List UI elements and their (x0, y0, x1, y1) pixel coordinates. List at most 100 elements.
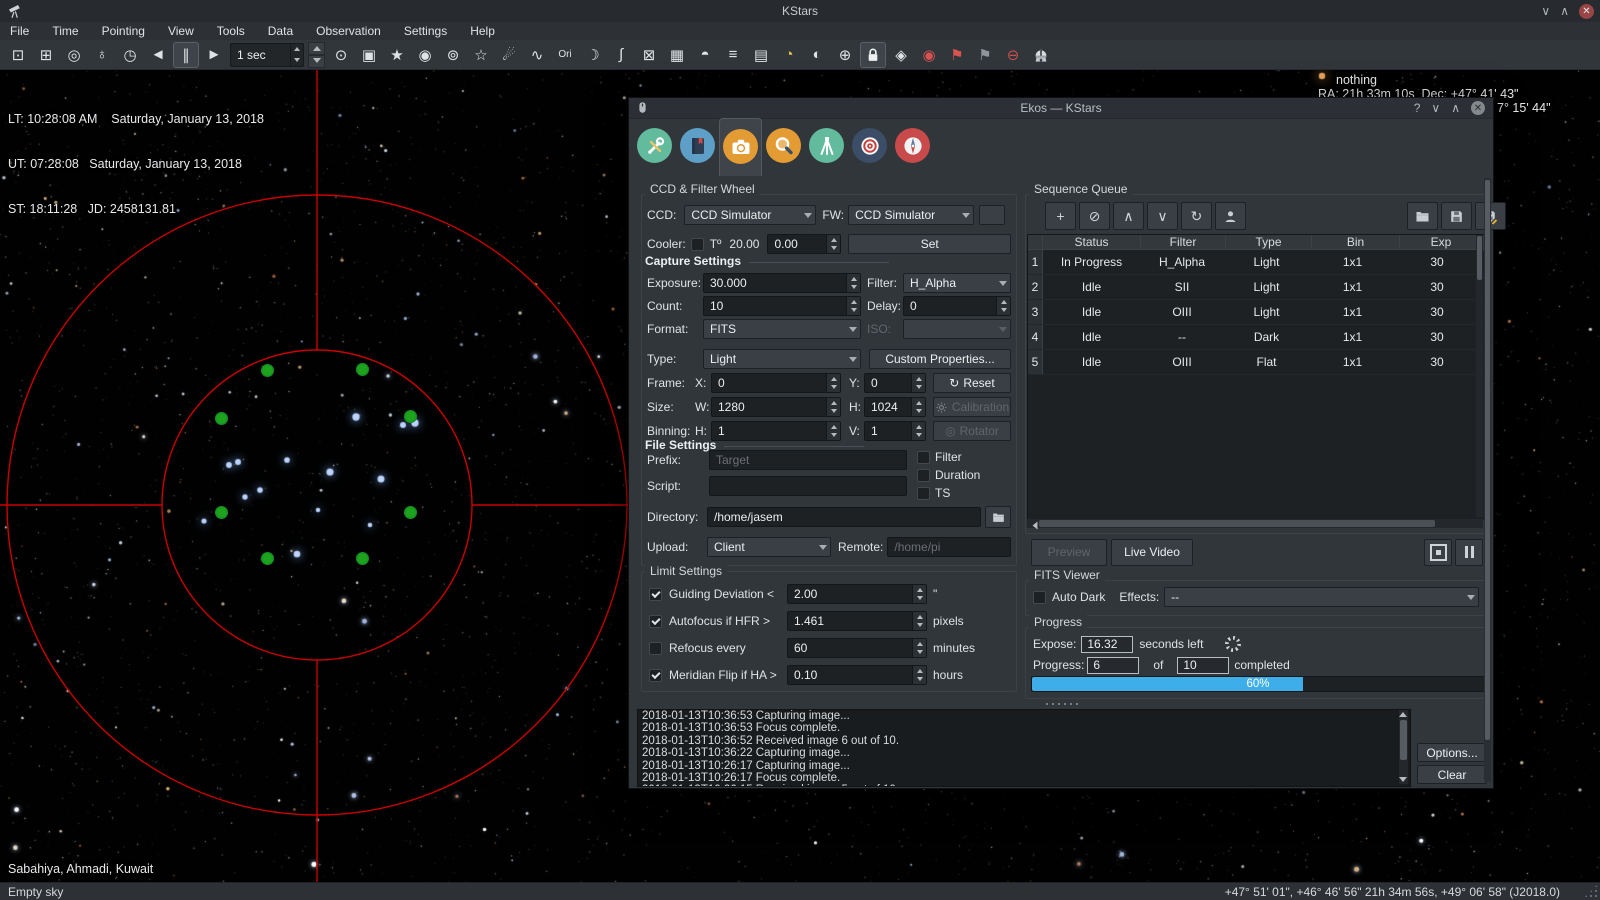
menu-data[interactable]: Data (268, 24, 293, 38)
zoom-in-region-icon[interactable]: ⊡ (5, 42, 31, 68)
sequence-table-scrollbar[interactable] (1476, 235, 1483, 517)
size-h-spinbox[interactable]: 1024 (864, 397, 926, 417)
limit-checkbox[interactable] (649, 615, 662, 628)
open-sequence-button[interactable] (1407, 202, 1438, 230)
sequence-row[interactable]: 4Idle--Dark1x130 (1028, 325, 1484, 350)
fits-single-view-button[interactable] (1424, 539, 1452, 566)
tab-align[interactable] (891, 118, 934, 176)
format-select[interactable]: FITS (703, 319, 861, 339)
tab-focus[interactable] (762, 118, 805, 176)
estimate-button[interactable] (1215, 202, 1246, 230)
browse-directory-button[interactable] (985, 506, 1011, 528)
frame-type-select[interactable]: Light (703, 349, 861, 369)
toggle-equatorial-grid-icon[interactable]: ⊠ (636, 42, 662, 68)
toggle-constellation-names-icon[interactable]: Ori (552, 42, 578, 68)
sequence-hscrollbar[interactable] (1027, 519, 1483, 528)
zoom-out-region-icon[interactable]: ⊞ (33, 42, 59, 68)
whats-interesting-icon[interactable]: ◔ (776, 42, 802, 68)
toggle-planets-icon[interactable]: ⊚ (440, 42, 466, 68)
close-button[interactable]: ✕ (1579, 4, 1594, 19)
pointing-focus-icon[interactable]: ⊙ (328, 42, 354, 68)
limit-checkbox[interactable] (649, 669, 662, 682)
splitter-handle[interactable] (1045, 702, 1079, 707)
maximize-button[interactable]: ∧ (1560, 4, 1569, 18)
toggle-supernovae-icon[interactable]: ☆ (468, 42, 494, 68)
binning-h-spinbox[interactable]: 1 (711, 421, 841, 441)
ekos-minimize-button[interactable]: ∨ (1431, 101, 1440, 115)
move-job-up-button[interactable]: ∧ (1113, 202, 1144, 230)
observatory-dome-icon[interactable] (1028, 42, 1054, 68)
toggle-horizon-icon[interactable]: ◓ (692, 42, 718, 68)
size-w-spinbox[interactable]: 1280 (711, 397, 841, 417)
time-step-back-icon[interactable]: ◄ (145, 42, 171, 68)
toggle-labels-icon[interactable]: ≡ (720, 42, 746, 68)
tab-scheduler[interactable] (676, 118, 719, 176)
sky-image-icon[interactable]: ▣ (356, 42, 382, 68)
time-step-arrows[interactable] (308, 42, 325, 68)
ekos-scrollbar[interactable] (1484, 178, 1491, 782)
effects-select[interactable]: -- (1164, 587, 1479, 607)
clear-button[interactable]: Clear (1417, 765, 1487, 784)
toggle-constellation-lines-icon[interactable]: ∿ (524, 42, 550, 68)
resize-grip[interactable] (1584, 884, 1598, 898)
time-step-spinbox[interactable]: 1 sec (230, 43, 304, 67)
column-exp[interactable]: Exp (1400, 235, 1483, 249)
toggle-deep-sky-icon[interactable]: ◉ (412, 42, 438, 68)
tab-capture[interactable] (719, 118, 762, 176)
toggle-horizontal-grid-icon[interactable]: ▦ (664, 42, 690, 68)
toggle-satellites-icon[interactable]: ☄ (496, 42, 522, 68)
sequence-row[interactable]: 2IdleSIILight1x130 (1028, 275, 1484, 300)
tab-mount[interactable] (805, 118, 848, 176)
add-job-button[interactable]: + (1045, 202, 1076, 230)
directory-input[interactable]: /home/jasem (707, 507, 981, 527)
duration-suffix-checkbox[interactable] (917, 469, 930, 482)
menu-tools[interactable]: Tools (217, 24, 245, 38)
upload-mode-select[interactable]: Client (707, 537, 831, 557)
toggle-constellation-art-icon[interactable]: ☽ (580, 42, 606, 68)
filter-manager-button[interactable] (979, 205, 1005, 225)
reset-frame-button[interactable]: ↻ Reset (933, 373, 1011, 393)
limit-value-spinbox[interactable]: 0.10 (787, 665, 927, 685)
indi-control-icon[interactable]: ◉ (916, 42, 942, 68)
menu-pointing[interactable]: Pointing (102, 24, 145, 38)
set-time-icon[interactable]: ◷ (117, 42, 143, 68)
column-type[interactable]: Type (1226, 235, 1312, 249)
menu-file[interactable]: File (10, 24, 29, 38)
options-button[interactable]: Options... (1417, 743, 1487, 762)
custom-properties-button[interactable]: Custom Properties... (869, 349, 1011, 369)
color-scheme-icon[interactable]: ◈ (888, 42, 914, 68)
do-not-disturb-icon[interactable]: ⊖ (1000, 42, 1026, 68)
toggle-milky-way-icon[interactable]: ∫ (608, 42, 634, 68)
column-bin[interactable]: Bin (1312, 235, 1400, 249)
sequence-row[interactable]: 1In ProgressH_AlphaLight1x130 (1028, 250, 1484, 275)
toggle-stars-icon[interactable]: ★ (384, 42, 410, 68)
cooler-checkbox[interactable] (691, 238, 704, 251)
frame-x-spinbox[interactable]: 0 (711, 373, 841, 393)
limit-checkbox[interactable] (649, 588, 662, 601)
menu-time[interactable]: Time (52, 24, 78, 38)
sequence-table[interactable]: StatusFilterTypeBinExp1In ProgressH_Alph… (1027, 234, 1485, 520)
ekos-maximize-button[interactable]: ∧ (1451, 101, 1460, 115)
delay-spinbox[interactable]: 0 (903, 296, 1011, 316)
sequence-row[interactable]: 5IdleOIIIFlat1x130 (1028, 350, 1484, 375)
lock-position-icon[interactable] (860, 42, 886, 68)
eyepiece-view-icon[interactable]: ◐ (804, 42, 830, 68)
frame-y-spinbox[interactable]: 0 (864, 373, 926, 393)
filter-select[interactable]: H_Alpha (903, 273, 1011, 293)
column-status[interactable]: Status (1043, 235, 1141, 249)
remove-job-button[interactable]: ⊘ (1079, 202, 1110, 230)
move-job-down-button[interactable]: ∨ (1147, 202, 1178, 230)
column-filter[interactable]: Filter (1141, 235, 1226, 249)
reset-queue-button[interactable]: ↻ (1181, 202, 1212, 230)
menu-help[interactable]: Help (470, 24, 495, 38)
set-temperature-button[interactable]: Set (848, 234, 1011, 254)
menu-observation[interactable]: Observation (316, 24, 381, 38)
count-spinbox[interactable]: 10 (703, 296, 861, 316)
tab-setup[interactable] (633, 118, 676, 176)
binning-v-spinbox[interactable]: 1 (864, 421, 926, 441)
menu-view[interactable]: View (168, 24, 194, 38)
auto-dark-checkbox[interactable] (1033, 591, 1046, 604)
log-scrollbar[interactable] (1399, 710, 1408, 784)
menu-settings[interactable]: Settings (404, 24, 447, 38)
exposure-spinbox[interactable]: 30.000 (703, 273, 861, 293)
